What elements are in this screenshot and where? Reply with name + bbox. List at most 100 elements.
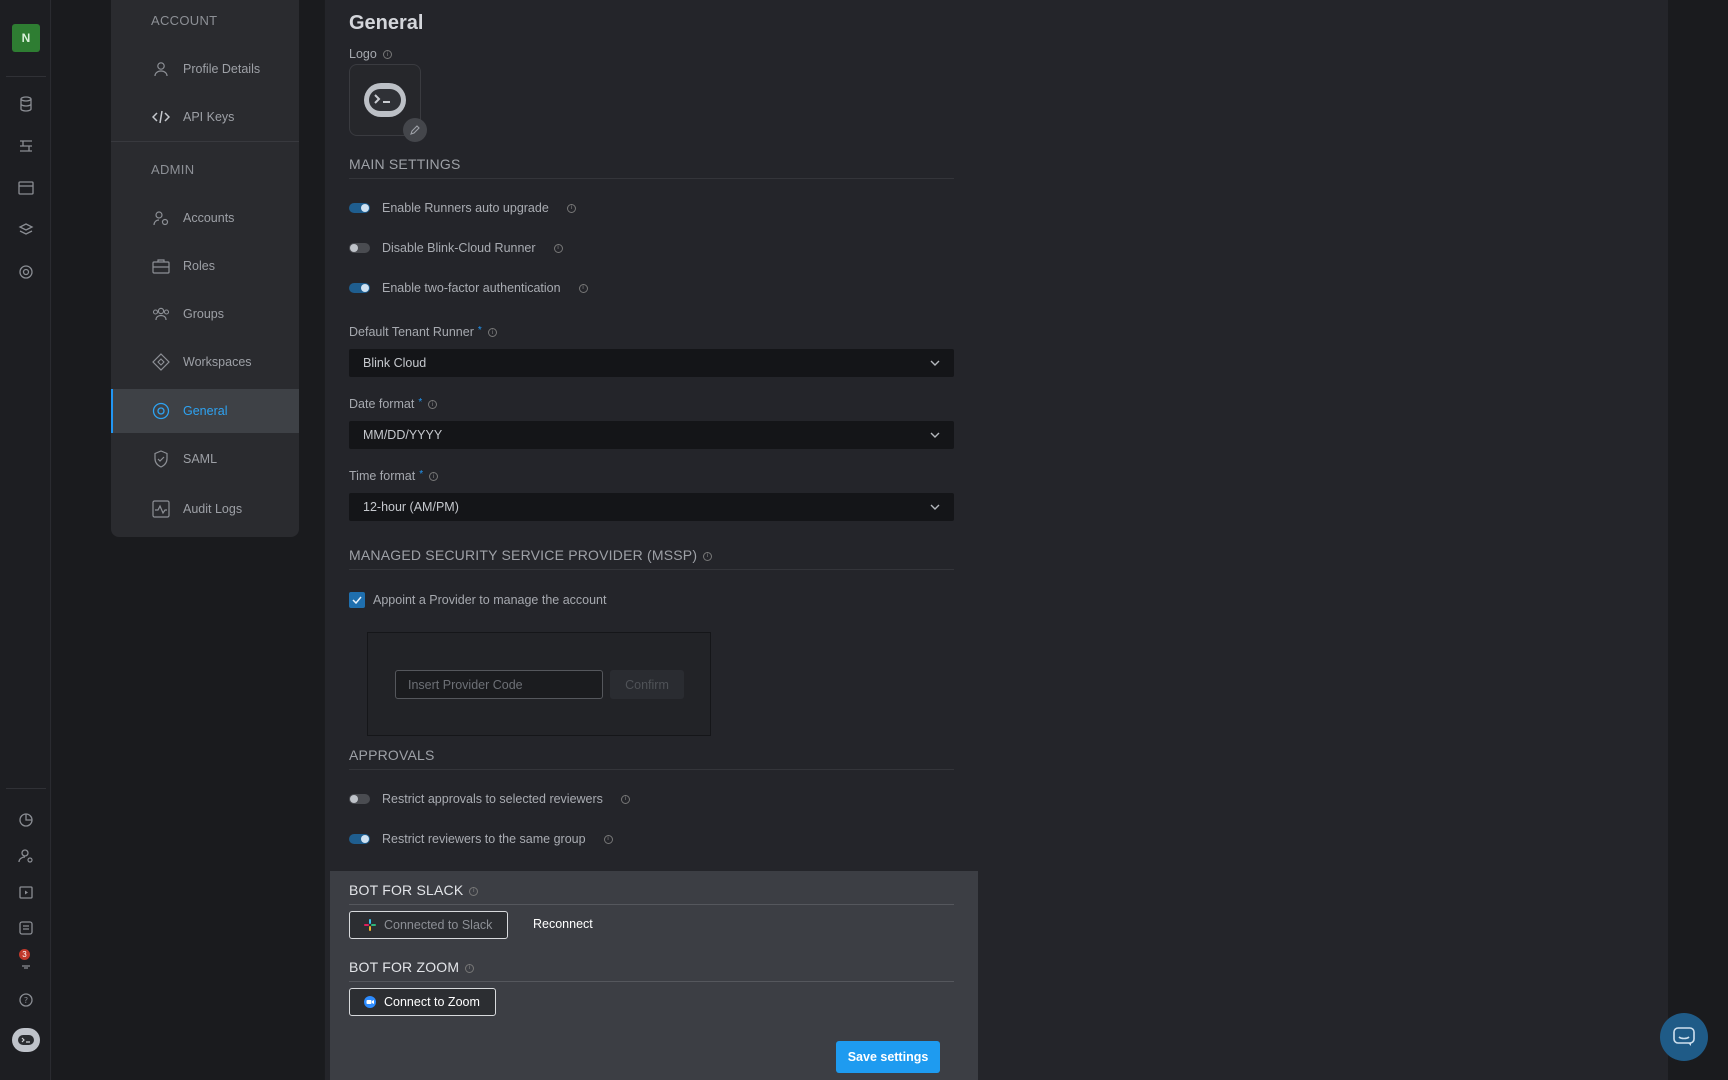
account-heading: ACCOUNT [151, 13, 218, 28]
nav-item-workspaces[interactable]: Workspaces [111, 340, 299, 384]
select-value: 12-hour (AM/PM) [363, 500, 459, 514]
toggle-label: Restrict approvals to selected reviewers [382, 792, 603, 806]
info-icon[interactable]: i [578, 283, 588, 293]
activity-icon [151, 499, 171, 519]
toggle-row-two-factor: Enable two-factor authentication i [349, 281, 588, 295]
zoom-icon [364, 996, 376, 1008]
code-icon [151, 107, 171, 127]
calendar-icon[interactable] [16, 178, 36, 198]
edit-logo-button[interactable] [403, 118, 427, 142]
slack-status-label: Connected to Slack [384, 918, 493, 932]
diamond-icon [151, 352, 171, 372]
restrict-reviewers-toggle[interactable] [349, 834, 370, 844]
nav-item-label: API Keys [183, 110, 235, 124]
info-icon[interactable]: i [465, 963, 475, 973]
info-icon[interactable]: i [620, 794, 630, 804]
info-icon[interactable]: i [429, 472, 439, 482]
group-icon [151, 304, 171, 324]
reconnect-button[interactable]: Reconnect [533, 917, 593, 931]
shield-check-icon [151, 449, 171, 469]
nav-item-label: Roles [183, 259, 215, 273]
info-icon[interactable]: i [469, 886, 479, 896]
info-icon[interactable]: i [553, 243, 563, 253]
rail-divider [6, 788, 46, 789]
svg-text:?: ? [24, 996, 28, 1005]
main-settings-heading: MAIN SETTINGS [349, 156, 954, 179]
help-icon[interactable]: ? [16, 990, 36, 1010]
nav-item-roles[interactable]: Roles [111, 244, 299, 288]
select-value: MM/DD/YYYY [363, 428, 443, 442]
time-format-select[interactable]: 12-hour (AM/PM) [349, 493, 954, 521]
confirm-button[interactable]: Confirm [610, 670, 684, 699]
select-value: Blink Cloud [363, 356, 427, 370]
logo-label: Logo i [349, 47, 392, 61]
blink-bot-icon[interactable] [12, 1028, 40, 1052]
provider-code-input[interactable] [395, 670, 603, 699]
pencil-icon [410, 125, 420, 135]
date-format-label: Date format * i [349, 397, 438, 411]
pie-chart-icon[interactable] [16, 810, 36, 830]
toggle-label: Disable Blink-Cloud Runner [382, 241, 536, 255]
chat-icon [1673, 1027, 1695, 1046]
database-icon[interactable] [16, 94, 36, 114]
chevron-down-icon [930, 432, 940, 438]
nav-item-label: Accounts [183, 211, 235, 225]
nav-item-audit-logs[interactable]: Audit Logs [111, 487, 299, 531]
connect-to-zoom-button[interactable]: Connect to Zoom [349, 988, 496, 1016]
nav-item-label: Profile Details [183, 62, 261, 76]
settings-nav: ACCOUNT Profile Details API Keys ADMIN A… [111, 0, 299, 537]
nav-item-groups[interactable]: Groups [111, 292, 299, 336]
appoint-provider-checkbox[interactable] [349, 592, 365, 608]
rail-divider [6, 76, 46, 77]
info-icon[interactable]: i [703, 551, 713, 561]
nav-item-label: SAML [183, 452, 218, 466]
toggle-row-disable-cloud-runner: Disable Blink-Cloud Runner i [349, 241, 563, 255]
info-icon[interactable]: i [603, 834, 613, 844]
chat-launcher[interactable] [1660, 1013, 1708, 1061]
slack-heading: BOT FOR SLACK i [349, 882, 954, 905]
info-icon[interactable]: i [382, 50, 392, 60]
user-settings-icon[interactable] [16, 846, 36, 866]
disable-cloud-runner-toggle[interactable] [349, 243, 370, 253]
workspace-avatar[interactable]: N [12, 24, 40, 52]
notification-badge: 3 [19, 949, 30, 960]
nav-item-api-keys[interactable]: API Keys [111, 95, 299, 139]
nav-item-label: Groups [183, 307, 224, 321]
nav-item-accounts[interactable]: Accounts [111, 196, 299, 240]
default-runner-select[interactable]: Blink Cloud [349, 349, 954, 377]
zoom-heading: BOT FOR ZOOM i [349, 959, 954, 982]
restrict-approvals-toggle[interactable] [349, 794, 370, 804]
layers-icon[interactable] [16, 220, 36, 240]
two-factor-toggle[interactable] [349, 283, 370, 293]
chevron-down-icon [930, 360, 940, 366]
slack-icon [364, 919, 376, 931]
flow-icon[interactable] [16, 136, 36, 156]
info-icon[interactable]: i [428, 400, 438, 410]
briefcase-icon [151, 256, 171, 276]
date-format-select[interactable]: MM/DD/YYYY [349, 421, 954, 449]
settings-circle-icon[interactable] [16, 262, 36, 282]
info-icon[interactable]: i [566, 203, 576, 213]
right-gutter [1668, 0, 1728, 1080]
play-box-icon[interactable] [16, 882, 36, 902]
nav-item-label: General [183, 404, 228, 418]
time-format-label: Time format * i [349, 469, 439, 483]
nav-item-general[interactable]: General [111, 389, 299, 433]
info-icon[interactable]: i [487, 328, 497, 338]
gear-circle-icon [151, 401, 171, 421]
nav-item-label: Workspaces [183, 355, 252, 369]
blink-logo-icon [364, 83, 406, 117]
user-icon [151, 59, 171, 79]
zoom-button-label: Connect to Zoom [384, 995, 480, 1009]
page-title: General [349, 12, 424, 34]
toggle-row-restrict-reviewers: Restrict reviewers to the same group i [349, 832, 613, 846]
toggle-row-runners-upgrade: Enable Runners auto upgrade i [349, 201, 576, 215]
toggle-label: Enable Runners auto upgrade [382, 201, 549, 215]
runners-auto-upgrade-toggle[interactable] [349, 203, 370, 213]
library-icon[interactable] [16, 918, 36, 938]
nav-item-profile-details[interactable]: Profile Details [111, 47, 299, 91]
toggle-row-restrict-approvals: Restrict approvals to selected reviewers… [349, 792, 630, 806]
save-settings-button[interactable]: Save settings [836, 1041, 940, 1073]
nav-item-saml[interactable]: SAML [111, 437, 299, 481]
connected-to-slack-button[interactable]: Connected to Slack [349, 911, 508, 939]
